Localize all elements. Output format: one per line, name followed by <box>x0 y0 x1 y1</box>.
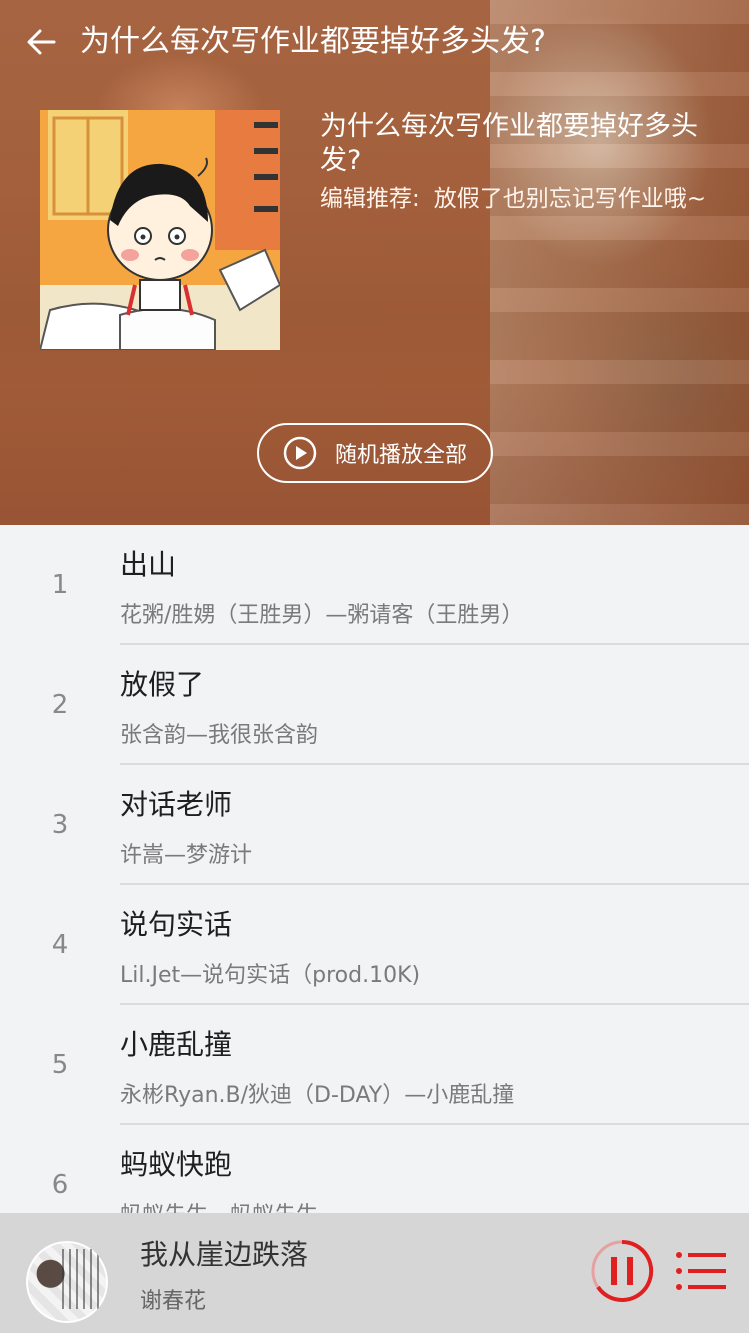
editor-text: 放假了也别忘记写作业哦~ <box>433 186 707 212</box>
song-row[interactable]: 2 放假了 张含韵—我很张含韵 <box>0 645 749 765</box>
playlist-queue-button[interactable] <box>674 1247 728 1295</box>
song-title: 放假了 <box>120 668 205 701</box>
playlist-info: 为什么每次写作业都要掉好多头发? 编辑推荐: 放假了也别忘记写作业哦~ <box>320 110 710 216</box>
song-artist: 许嵩—梦游计 <box>120 843 253 868</box>
play-circle-icon <box>283 436 317 470</box>
song-row[interactable]: 3 对话老师 许嵩—梦游计 <box>0 765 749 885</box>
song-row[interactable]: 4 说句实话 Lil.Jet—说句实话（prod.10K) <box>0 885 749 1005</box>
song-title: 对话老师 <box>120 788 233 821</box>
playlist-icon <box>676 1252 726 1290</box>
song-row[interactable]: 1 出山 花粥/胜娚（王胜男）—粥请客（王胜男） <box>0 525 749 645</box>
song-title: 蚂蚁快跑 <box>120 1148 233 1181</box>
editor-recommendation: 编辑推荐: 放假了也别忘记写作业哦~ <box>320 182 710 216</box>
top-bar: 为什么每次写作业都要掉好多头发? <box>0 0 749 84</box>
now-playing-cover[interactable] <box>26 1241 108 1323</box>
song-title: 出山 <box>120 548 177 581</box>
back-arrow-icon <box>27 29 56 55</box>
playlist-title: 为什么每次写作业都要掉好多头发? <box>320 111 698 176</box>
song-title: 说句实话 <box>120 908 233 941</box>
song-index: 1 <box>51 570 69 600</box>
pause-button[interactable] <box>588 1237 656 1305</box>
song-artist: Lil.Jet—说句实话（prod.10K) <box>120 963 421 988</box>
shuffle-play-all-button[interactable]: 随机播放全部 <box>257 423 493 483</box>
song-artist: 永彬Ryan.B/狄迪（D-DAY）—小鹿乱撞 <box>120 1083 515 1108</box>
page-title: 为什么每次写作业都要掉好多头发? <box>80 24 546 59</box>
song-index: 2 <box>51 690 69 720</box>
now-playing-title: 我从崖边跌落 <box>140 1238 309 1271</box>
back-button[interactable] <box>20 20 64 64</box>
shuffle-label: 随机播放全部 <box>334 443 467 468</box>
song-index: 4 <box>51 930 69 960</box>
song-index: 3 <box>51 810 69 840</box>
editor-label: 编辑推荐: <box>320 186 420 212</box>
now-playing-artist: 谢春花 <box>140 1289 207 1314</box>
song-row[interactable]: 5 小鹿乱撞 永彬Ryan.B/狄迪（D-DAY）—小鹿乱撞 <box>0 1005 749 1125</box>
song-artist: 花粥/胜娚（王胜男）—粥请客（王胜男） <box>120 603 524 628</box>
song-title: 小鹿乱撞 <box>120 1028 233 1061</box>
song-index: 5 <box>51 1050 69 1080</box>
song-list: 1 出山 花粥/胜娚（王胜男）—粥请客（王胜男） 2 放假了 张含韵—我很张含韵… <box>0 525 749 1245</box>
playlist-cover-image <box>40 110 280 350</box>
mini-player[interactable]: 我从崖边跌落 谢春花 <box>0 1213 749 1333</box>
song-artist: 张含韵—我很张含韵 <box>120 723 319 748</box>
pause-circle-icon <box>591 1239 654 1302</box>
